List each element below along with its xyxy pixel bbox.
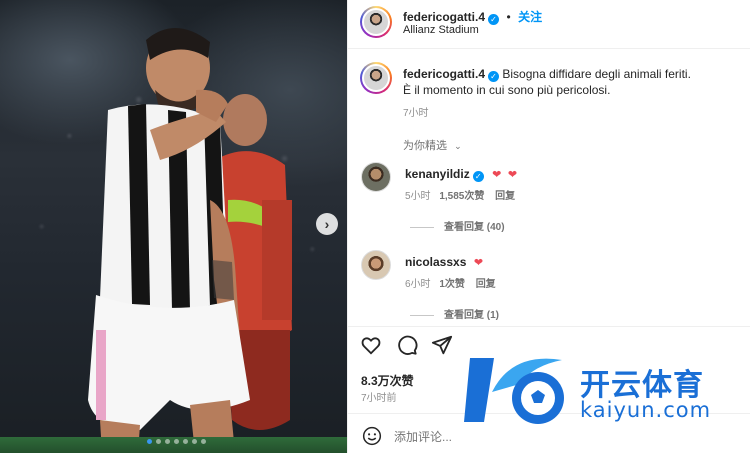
heart-emoji: ❤: [473, 257, 484, 269]
author-username[interactable]: federicogatti.4: [403, 10, 485, 24]
reply-button[interactable]: 回复: [476, 279, 496, 290]
post-location[interactable]: Allianz Stadium: [403, 24, 479, 36]
caption-text-2: È il momento in cui sono più pericolosi.: [403, 83, 611, 97]
reply-button[interactable]: 回复: [495, 191, 515, 202]
carousel-dot: [192, 439, 197, 444]
carousel-dot: [183, 439, 188, 444]
carousel-dot: [165, 439, 170, 444]
caption-author-avatar[interactable]: [360, 62, 392, 94]
view-replies-button[interactable]: 查看回复 (1): [410, 306, 499, 321]
caption-text-1: Bisogna diffidare degli animali feriti.: [502, 67, 691, 81]
heart-icon[interactable]: [360, 334, 382, 356]
emoji-icon[interactable]: [362, 426, 382, 446]
comment-likes[interactable]: 1次赞: [439, 279, 465, 290]
view-replies-label: 查看回复 (1): [444, 310, 499, 321]
heart-emoji: ❤: [492, 169, 502, 181]
view-replies-label: 查看回复 (40): [444, 222, 505, 233]
comment-sort-dropdown[interactable]: 为你精选 ⌄: [403, 137, 462, 153]
share-icon[interactable]: [431, 334, 453, 356]
chevron-down-icon: ⌄: [454, 141, 462, 151]
likes-count[interactable]: 8.3万次赞: [361, 372, 414, 389]
post-photo[interactable]: ›: [0, 0, 347, 453]
comment-time: 6小时: [405, 279, 431, 290]
watermark-subtitle: kaiyun.com: [580, 398, 712, 422]
player-illustration: [88, 27, 292, 453]
carousel-dot: [201, 439, 206, 444]
comment-meta: 6小时 1次赞 回复: [405, 275, 496, 290]
comment-row: nicolassxs ❤: [405, 253, 483, 271]
caption-line-1: federicogatti.4 ✓ Bisogna diffidare degli…: [403, 66, 691, 82]
replies-line: [410, 314, 434, 316]
watermark-emblem: [464, 358, 564, 424]
carousel-dot: [174, 439, 179, 444]
carousel-dot: [147, 439, 152, 444]
carousel-dot: [156, 439, 161, 444]
sort-label: 为你精选: [403, 140, 447, 152]
next-arrow-icon[interactable]: ›: [316, 213, 338, 235]
caption-time: 7小时: [403, 108, 429, 119]
comment-avatar[interactable]: [361, 162, 391, 192]
actions-divider: [348, 326, 750, 327]
watermark-logo: 开云体育 kaiyun.com: [462, 352, 750, 432]
verified-icon: ✓: [488, 14, 500, 25]
replies-line: [410, 226, 434, 228]
heart-emoji: ❤: [507, 169, 518, 181]
view-replies-button[interactable]: 查看回复 (40): [410, 218, 505, 233]
author-avatar[interactable]: [360, 6, 392, 38]
comment-username[interactable]: nicolassxs: [405, 255, 466, 269]
verified-icon: ✓: [488, 71, 500, 82]
comment-time: 5小时: [405, 191, 431, 202]
comment-meta: 5小时 1,585次赞 回复: [405, 187, 515, 202]
caption-author-username[interactable]: federicogatti.4: [403, 67, 485, 81]
comment-avatar[interactable]: [361, 250, 391, 280]
carousel-dots: [147, 439, 206, 444]
comment-likes[interactable]: 1,585次赞: [439, 191, 484, 202]
comment-icon[interactable]: [396, 334, 418, 356]
comment-row: kenanyildiz ✓ ❤ ❤: [405, 165, 517, 183]
header-dot-separator: •: [506, 10, 511, 24]
verified-icon: ✓: [472, 171, 484, 182]
post-time: 7小时前: [361, 393, 397, 404]
follow-button[interactable]: 关注: [518, 10, 542, 24]
header-divider: [348, 48, 750, 49]
comment-username[interactable]: kenanyildiz: [405, 167, 470, 181]
